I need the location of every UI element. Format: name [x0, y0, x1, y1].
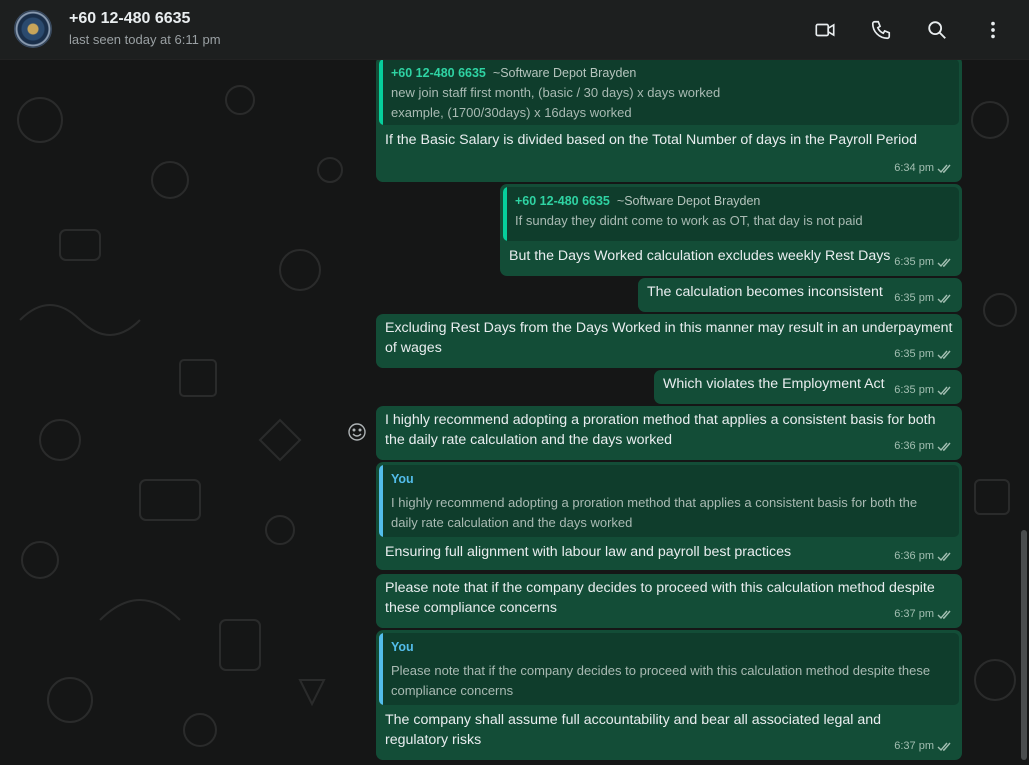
read-receipt-icon — [937, 257, 953, 268]
read-receipt-icon — [937, 741, 953, 752]
quoted-message[interactable]: You Please note that if the company deci… — [379, 633, 959, 705]
message-time: 6:37 pm — [894, 736, 934, 756]
read-receipt-icon — [937, 163, 953, 174]
voice-call-icon[interactable] — [869, 18, 893, 42]
message-bubble[interactable]: I highly recommend adopting a proration … — [376, 406, 962, 460]
contact-last-seen: last seen today at 6:11 pm — [69, 32, 221, 47]
emoji-react-icon[interactable] — [347, 422, 367, 442]
message-meta: 6:35 pm — [894, 380, 953, 400]
quoted-author: You — [391, 469, 414, 489]
message-text: But the Days Worked calculation excludes… — [509, 246, 890, 266]
message-text: The calculation becomes inconsistent — [647, 282, 883, 302]
quoted-message[interactable]: +60 12-480 6635~Software Depot Brayden I… — [503, 187, 959, 241]
quoted-text-line: compliance concerns — [391, 681, 513, 701]
contact-name[interactable]: +60 12-480 6635 — [69, 10, 190, 28]
message-bubble[interactable]: Which violates the Employment Act 6:35 p… — [654, 370, 962, 404]
message-meta: 6:37 pm — [894, 736, 953, 756]
quoted-author-name: ~Software Depot Brayden — [493, 66, 637, 80]
quoted-text-line: new join staff first month, (basic / 30 … — [391, 83, 720, 103]
quoted-author: +60 12-480 6635~Software Depot Brayden — [391, 63, 636, 83]
message-meta: 6:35 pm — [894, 288, 953, 308]
quoted-text-line: I highly recommend adopting a proration … — [391, 493, 917, 513]
message-meta: 6:36 pm — [894, 546, 953, 566]
quoted-text-line: daily rate calculation and the days work… — [391, 513, 632, 533]
message-time: 6:35 pm — [894, 288, 934, 308]
quoted-text-line: If sunday they didnt come to work as OT,… — [515, 211, 863, 231]
message-time: 6:36 pm — [894, 546, 934, 566]
message-text: Ensuring full alignment with labour law … — [385, 542, 791, 562]
quoted-message[interactable]: +60 12-480 6635~Software Depot Brayden n… — [379, 60, 959, 125]
read-receipt-icon — [937, 349, 953, 360]
quoted-author: +60 12-480 6635~Software Depot Brayden — [515, 191, 760, 211]
message-time: 6:34 pm — [894, 158, 934, 178]
message-bubble[interactable]: The calculation becomes inconsistent 6:3… — [638, 278, 962, 312]
message-time: 6:36 pm — [894, 436, 934, 456]
search-icon[interactable] — [925, 18, 949, 42]
message-bubble[interactable]: +60 12-480 6635~Software Depot Brayden n… — [376, 60, 962, 182]
quoted-author-name: ~Software Depot Brayden — [617, 194, 761, 208]
message-time: 6:35 pm — [894, 344, 934, 364]
read-receipt-icon — [937, 551, 953, 562]
contact-avatar[interactable] — [14, 10, 52, 48]
quoted-message[interactable]: You I highly recommend adopting a prorat… — [379, 465, 959, 537]
chat-scrollbar[interactable] — [1021, 530, 1027, 760]
message-meta: 6:35 pm — [894, 344, 953, 364]
message-bubble[interactable]: Excluding Rest Days from the Days Worked… — [376, 314, 962, 368]
read-receipt-icon — [937, 385, 953, 396]
read-receipt-icon — [937, 293, 953, 304]
message-text: Which violates the Employment Act — [663, 374, 885, 394]
message-time: 6:37 pm — [894, 604, 934, 624]
message-text: of wages — [385, 338, 442, 358]
read-receipt-icon — [937, 441, 953, 452]
message-text: these compliance concerns — [385, 598, 557, 618]
message-bubble[interactable]: You I highly recommend adopting a prorat… — [376, 462, 962, 570]
message-meta: 6:37 pm — [894, 604, 953, 624]
message-bubble[interactable]: Please note that if the company decides … — [376, 574, 962, 628]
message-text: Please note that if the company decides … — [385, 578, 935, 598]
quoted-text-line: example, (1700/30days) x 16days worked — [391, 103, 632, 123]
menu-icon[interactable] — [981, 18, 1005, 42]
message-text: regulatory risks — [385, 730, 481, 750]
message-text: I highly recommend adopting a proration … — [385, 410, 936, 430]
message-meta: 6:36 pm — [894, 436, 953, 456]
message-meta: 6:35 pm — [894, 252, 953, 272]
read-receipt-icon — [937, 609, 953, 620]
message-text: The company shall assume full accountabi… — [385, 710, 881, 730]
message-time: 6:35 pm — [894, 252, 934, 272]
video-call-icon[interactable] — [813, 18, 837, 42]
message-time: 6:35 pm — [894, 380, 934, 400]
chat-messages-pane[interactable]: +60 12-480 6635~Software Depot Brayden n… — [0, 60, 1029, 765]
message-bubble[interactable]: You Please note that if the company deci… — [376, 630, 962, 760]
message-meta: 6:34 pm — [894, 158, 953, 178]
quoted-author: You — [391, 637, 414, 657]
message-text: If the Basic Salary is divided based on … — [385, 130, 917, 150]
message-text: Excluding Rest Days from the Days Worked… — [385, 318, 953, 338]
message-bubble[interactable]: +60 12-480 6635~Software Depot Brayden I… — [500, 184, 962, 276]
quoted-text-line: Please note that if the company decides … — [391, 661, 930, 681]
message-text: the daily rate calculation and the days … — [385, 430, 672, 450]
chat-header: +60 12-480 6635 last seen today at 6:11 … — [0, 0, 1029, 60]
